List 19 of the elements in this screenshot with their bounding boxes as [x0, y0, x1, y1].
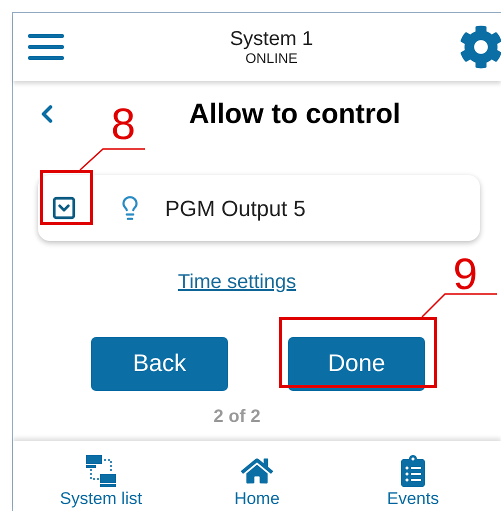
nav-tab[interactable]: Home [197, 455, 317, 511]
callout-frame [40, 170, 93, 225]
output-name: PGM Output 5 [165, 194, 306, 223]
leader-line [79, 148, 145, 171]
expand-toggle-icon[interactable] [51, 195, 77, 221]
callout-number: 8 [111, 101, 136, 149]
time-settings-link[interactable]: Time settings [178, 267, 296, 297]
settings-icon[interactable] [458, 25, 501, 69]
page-title: Allow to control [189, 97, 401, 131]
step-counter: 2 of 2 [213, 405, 260, 428]
system-title: System 1 [230, 28, 314, 50]
nav-tab[interactable]: Events [353, 455, 473, 511]
system-status: ONLINE [245, 50, 298, 66]
callout-number: 9 [453, 251, 478, 299]
nav-button[interactable]: Done [288, 337, 425, 391]
nav-button[interactable]: Back [91, 337, 228, 391]
menu-icon[interactable] [28, 34, 64, 60]
nav-tab[interactable]: System list [41, 455, 161, 511]
network-icon [86, 455, 116, 487]
